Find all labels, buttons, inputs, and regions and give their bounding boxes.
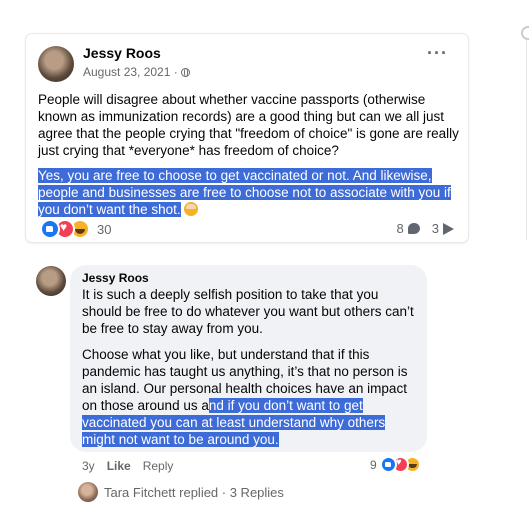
post-stats: 8 3 <box>397 221 454 236</box>
comment-bubble: Jessy Roos It is such a deeply selfish p… <box>70 265 427 452</box>
post-date-text[interactable]: August 23, 2021 · <box>83 65 178 79</box>
woman-gesturing-emoji-icon <box>183 202 198 216</box>
comment-count[interactable]: 8 <box>397 221 404 236</box>
comment-paragraph: It is such a deeply selfish position to … <box>82 287 414 336</box>
adjacent-panel-border <box>526 40 527 240</box>
post-highlighted-paragraph: Yes, you are free to choose to get vacci… <box>38 167 466 218</box>
post-card: Jessy Roos August 23, 2021 · ··· People … <box>26 34 468 242</box>
share-count[interactable]: 3 <box>432 221 439 236</box>
comment-body: It is such a deeply selfish position to … <box>82 286 418 448</box>
globe-icon <box>180 67 190 77</box>
selected-text: Yes, you are free to choose to get vacci… <box>38 168 451 217</box>
replies-link[interactable]: Tara Fitchett replied · 3 Replies <box>104 485 284 500</box>
comment-reply-button[interactable]: Reply <box>143 459 174 473</box>
comment-actions: 3y Like Reply <box>82 459 173 473</box>
comment-reaction-count[interactable]: 9 <box>370 458 377 472</box>
share-icon <box>443 222 454 235</box>
reply-author-avatar <box>78 482 98 502</box>
view-replies[interactable]: Tara Fitchett replied · 3 Replies <box>78 482 284 502</box>
screenshot-page: Jessy Roos August 23, 2021 · ··· People … <box>0 0 529 509</box>
more-icon[interactable]: ··· <box>427 44 448 62</box>
comment-icon <box>407 223 420 234</box>
post-author-avatar[interactable] <box>38 46 74 82</box>
post-author-name[interactable]: Jessy Roos <box>83 45 161 61</box>
post-reactions[interactable]: 30 <box>40 219 111 239</box>
like-reaction-icon <box>379 456 397 473</box>
like-reaction-icon <box>40 219 60 239</box>
post-paragraph: People will disagree about whether vacci… <box>38 92 459 158</box>
comment-reactions[interactable]: 9 <box>370 456 421 473</box>
comment-author-name[interactable]: Jessy Roos <box>82 271 149 285</box>
comment-like-button[interactable]: Like <box>107 459 131 473</box>
post-date[interactable]: August 23, 2021 · <box>83 65 190 79</box>
comment-author-avatar[interactable] <box>36 266 66 296</box>
post-body: People will disagree about whether vacci… <box>38 91 466 218</box>
comment-paragraph-2: Choose what you like, but understand tha… <box>82 346 418 448</box>
reaction-count[interactable]: 30 <box>97 222 111 237</box>
adjacent-panel-edge <box>521 26 529 40</box>
comment-time[interactable]: 3y <box>82 459 95 473</box>
